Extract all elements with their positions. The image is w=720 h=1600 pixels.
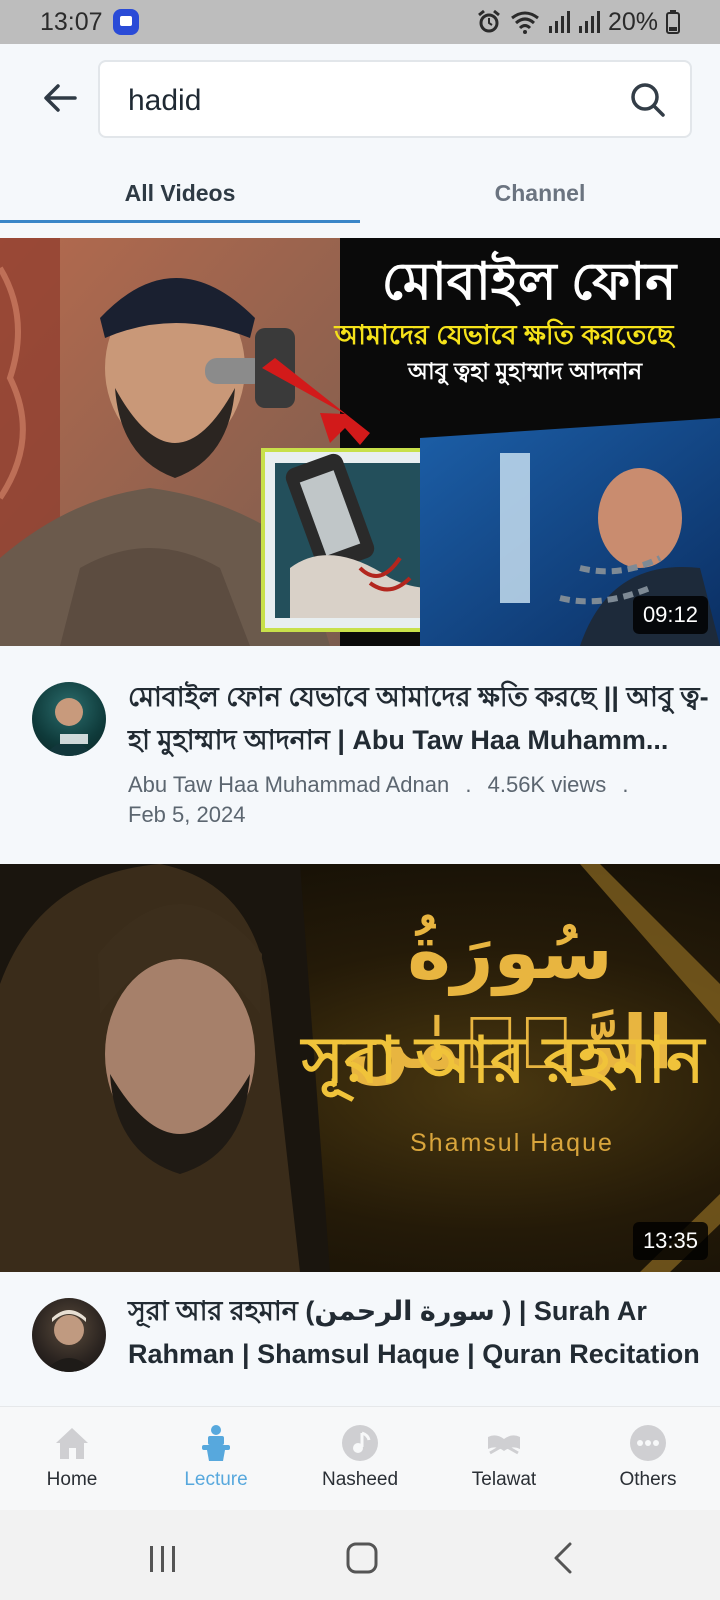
- video-title[interactable]: সূরা আর রহমান (سورة الرحمن ) | Surah Ar …: [128, 1290, 710, 1376]
- back-nav-icon[interactable]: [544, 1538, 584, 1578]
- search-query[interactable]: hadid: [128, 84, 201, 118]
- video-info[interactable]: মোবাইল ফোন যেভাবে আমাদের ক্ষতি করছে || আ…: [0, 646, 720, 864]
- search-input[interactable]: hadid: [98, 60, 692, 138]
- status-time: 13:07: [40, 7, 103, 36]
- active-tab-indicator: [0, 220, 360, 223]
- nav-nasheed[interactable]: Nasheed: [288, 1407, 432, 1511]
- publish-date: Feb 5, 2024: [128, 802, 246, 827]
- others-icon: [630, 1425, 666, 1461]
- thumbnail-speaker: আবু ত্বহা মুহাম্মাদ আদনান: [407, 358, 643, 384]
- search-button[interactable]: [628, 80, 668, 120]
- wifi-icon: [511, 11, 539, 34]
- video-duration: 13:35: [632, 1222, 708, 1260]
- recent-apps-icon[interactable]: [142, 1538, 182, 1578]
- bottom-navigation: Home Lecture Nasheed Telawat Others: [0, 1406, 720, 1510]
- video-thumbnail[interactable]: মোবাইল ফোন আমাদের যেভাবে ক্ষতি করতেছে আব…: [0, 238, 720, 646]
- thumbnail-headline: মোবাইল ফোন: [381, 253, 677, 311]
- app-notification-icon: [112, 9, 139, 35]
- system-navigation-bar: [0, 1510, 720, 1600]
- thumbnail-reciter: Shamsul Haque: [410, 1129, 614, 1157]
- nav-label: Home: [46, 1469, 98, 1490]
- battery-icon: [666, 10, 680, 34]
- alarm-icon: [478, 9, 500, 33]
- channel-avatar[interactable]: [32, 1298, 106, 1372]
- home-icon: [56, 1428, 88, 1459]
- telawat-icon: [488, 1435, 520, 1455]
- nav-home[interactable]: Home: [0, 1407, 144, 1511]
- nav-lecture[interactable]: Lecture: [144, 1407, 288, 1511]
- nav-others[interactable]: Others: [576, 1407, 720, 1511]
- nav-label: Nasheed: [321, 1469, 399, 1490]
- signal-icon-1: [548, 11, 570, 33]
- meta-separator: .: [622, 772, 629, 797]
- signal-icon-2: [578, 11, 600, 33]
- arrow-left-icon: [44, 84, 77, 112]
- search-header: hadid: [0, 44, 720, 152]
- thumbnail-bangla-title: সূরা আর রহমান: [301, 1024, 705, 1096]
- status-icons: 20%: [476, 8, 680, 37]
- tab-channel[interactable]: Channel: [360, 164, 720, 222]
- channel-name[interactable]: Abu Taw Haa Muhammad Adnan: [128, 772, 449, 797]
- video-title[interactable]: মোবাইল ফোন যেভাবে আমাদের ক্ষতি করছে || আ…: [128, 676, 710, 762]
- meta-separator: .: [465, 772, 472, 797]
- nav-label: Others: [619, 1469, 677, 1490]
- result-tabs: All Videos Channel: [0, 164, 720, 224]
- back-button[interactable]: [38, 76, 82, 120]
- nav-label: Lecture: [184, 1469, 248, 1490]
- view-count: 4.56K views: [487, 772, 607, 797]
- avatar-image: [44, 1310, 94, 1372]
- video-thumbnail[interactable]: سُورَةُ الرَّحۡمٰن সূরা আর রহমান Shamsul…: [0, 864, 720, 1272]
- home-button-icon[interactable]: [342, 1538, 382, 1578]
- video-meta: Abu Taw Haa Muhammad Adnan . 4.56K views…: [128, 770, 688, 830]
- thumbnail-subheadline: আমাদের যেভাবে ক্ষতি করতেছে: [334, 320, 674, 350]
- video-duration: 09:12: [632, 596, 708, 634]
- tab-all-videos[interactable]: All Videos: [0, 164, 360, 222]
- channel-avatar[interactable]: [32, 682, 106, 756]
- nasheed-icon: [342, 1425, 378, 1461]
- lecture-icon: [202, 1425, 230, 1461]
- status-bar: 13:07 20%: [0, 0, 720, 44]
- nav-telawat[interactable]: Telawat: [432, 1407, 576, 1511]
- nav-label: Telawat: [471, 1469, 537, 1490]
- battery-text: 20%: [607, 7, 658, 36]
- search-icon: [631, 83, 665, 117]
- avatar-image: [44, 698, 94, 756]
- video-info[interactable]: সূরা আর রহমান (سورة الرحمن ) | Surah Ar …: [0, 1272, 720, 1406]
